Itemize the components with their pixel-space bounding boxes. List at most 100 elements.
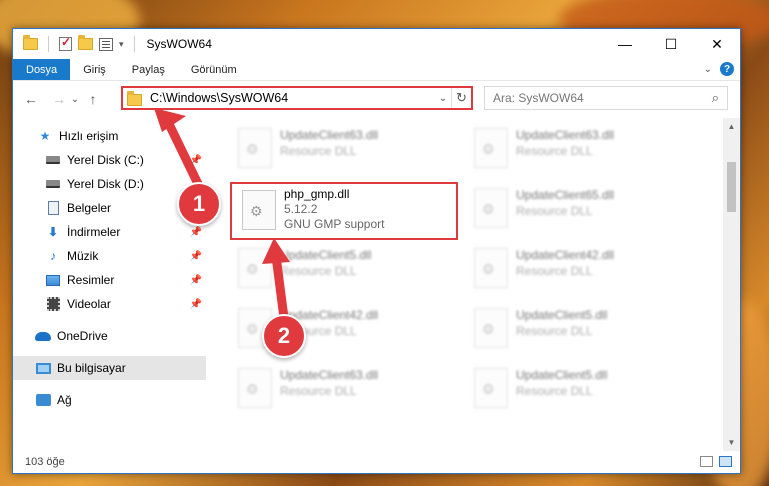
file-description: Resource DLL <box>516 384 593 398</box>
sidebar-item-music[interactable]: ♪ Müzik 📌 <box>13 244 206 268</box>
explorer-window: ▾ SysWOW64 — ☐ ✕ Dosya Giriş Paylaş Görü… <box>12 28 741 474</box>
sidebar-item-label: Müzik <box>67 249 99 263</box>
file-name: UpdateClient63.dll <box>280 128 379 142</box>
customize-dropdown-icon[interactable]: ▾ <box>119 39 124 50</box>
tab-gorunum[interactable]: Görünüm <box>178 59 250 80</box>
status-bar: 103 öğe <box>13 451 740 473</box>
file-item[interactable]: UpdateClient65.dll Resource DLL <box>464 182 694 234</box>
properties-check-icon[interactable] <box>59 35 72 51</box>
dll-file-icon <box>474 368 508 408</box>
scroll-up-icon[interactable]: ▲ <box>723 118 740 135</box>
window-title: SysWOW64 <box>146 37 212 51</box>
file-item[interactable]: UpdateClient5.dll Resource DLL <box>464 302 694 354</box>
address-bar[interactable]: C:\Windows\SysWOW64 ⌄ ↻ <box>121 86 473 110</box>
search-input[interactable]: Ara: SysWOW64 <box>493 91 584 105</box>
search-icon[interactable]: ⌕ <box>712 90 719 106</box>
forward-button[interactable]: → <box>49 91 69 107</box>
sidebar-item-label: Resimler <box>67 273 115 287</box>
file-description: Resource DLL <box>516 204 593 218</box>
file-version: 5.12.2 <box>284 202 318 216</box>
help-icon[interactable]: ? <box>720 62 734 76</box>
sidebar-item-label: Bu bilgisayar <box>57 361 126 375</box>
scroll-down-icon[interactable]: ▼ <box>723 434 740 451</box>
dll-file-icon <box>238 128 272 168</box>
sidebar-item-pictures[interactable]: Resimler 📌 <box>13 268 206 292</box>
sidebar-item-label: Hızlı erişim <box>59 129 119 143</box>
documents-icon <box>45 201 61 215</box>
vertical-scrollbar[interactable]: ▲ ▼ <box>723 118 740 451</box>
file-item[interactable]: UpdateClient63.dll Resource DLL <box>228 362 458 414</box>
expand-ribbon-icon[interactable]: ⌄ <box>704 64 712 75</box>
pin-icon[interactable]: 📌 <box>190 299 202 310</box>
file-item[interactable]: UpdateClient63.dll Resource DLL <box>464 122 694 174</box>
file-description: Resource DLL <box>280 144 357 158</box>
file-item[interactable]: UpdateClient42.dll Resource DLL <box>464 242 694 294</box>
videos-icon <box>45 297 61 311</box>
sidebar-item-label: Yerel Disk (C:) <box>67 153 144 167</box>
navigation-pane: ★ Hızlı erişim Yerel Disk (C:) 📌 Yerel D… <box>13 118 206 451</box>
music-icon: ♪ <box>50 249 56 263</box>
rename-icon[interactable] <box>99 37 113 51</box>
file-item[interactable]: UpdateClient5.dll Resource DLL <box>464 362 694 414</box>
maximize-button[interactable]: ☐ <box>648 29 694 59</box>
sidebar-item-quick-access[interactable]: ★ Hızlı erişim <box>13 124 206 148</box>
details-view-icon[interactable] <box>700 456 713 467</box>
divider <box>48 36 49 52</box>
back-button[interactable]: ← <box>21 91 41 107</box>
sidebar-item-videos[interactable]: Videolar 📌 <box>13 292 206 316</box>
scrollbar-thumb[interactable] <box>727 162 736 212</box>
sidebar-item-onedrive[interactable]: OneDrive <box>13 324 206 348</box>
tiles-view-icon[interactable] <box>719 456 732 467</box>
file-item[interactable]: UpdateClient5.dll Resource DLL <box>228 242 458 294</box>
sidebar-item-network[interactable]: Ağ <box>13 388 206 412</box>
pin-icon[interactable]: 📌 <box>190 251 202 262</box>
pin-icon[interactable]: 📌 <box>190 227 202 238</box>
sidebar-item-local-disk-c[interactable]: Yerel Disk (C:) 📌 <box>13 148 206 172</box>
dll-file-icon <box>474 248 508 288</box>
file-name: UpdateClient5.dll <box>516 308 608 322</box>
file-description: Resource DLL <box>516 144 593 158</box>
network-icon <box>35 393 51 407</box>
star-icon: ★ <box>39 129 51 143</box>
close-button[interactable]: ✕ <box>694 29 740 59</box>
divider <box>133 36 135 52</box>
sidebar-item-local-disk-d[interactable]: Yerel Disk (D:) <box>13 172 206 196</box>
file-list: UpdateClient63.dll Resource DLL php_gmp.d… <box>206 118 740 451</box>
pin-icon[interactable]: 📌 <box>190 155 202 166</box>
address-dropdown-icon[interactable]: ⌄ <box>435 93 451 104</box>
ribbon-right-controls: ⌄ ? <box>704 62 734 76</box>
computer-icon <box>35 361 51 375</box>
up-button[interactable]: ↑ <box>83 91 103 107</box>
minimize-button[interactable]: — <box>602 29 648 59</box>
address-path[interactable]: C:\Windows\SysWOW64 <box>150 91 435 105</box>
file-name: UpdateClient63.dll <box>280 368 379 382</box>
sidebar-item-downloads[interactable]: ⬇ İndirmeler 📌 <box>13 220 206 244</box>
tab-paylas[interactable]: Paylaş <box>119 59 178 80</box>
folder-icon[interactable] <box>23 35 38 50</box>
sidebar-item-label: Ağ <box>57 393 72 407</box>
quick-access-toolbar: ▾ SysWOW64 <box>13 29 212 59</box>
file-name: UpdateClient63.dll <box>516 128 615 142</box>
refresh-icon[interactable]: ↻ <box>451 88 471 108</box>
pictures-icon <box>45 273 61 287</box>
dll-file-icon <box>474 308 508 348</box>
main-content: ★ Hızlı erişim Yerel Disk (C:) 📌 Yerel D… <box>13 118 740 451</box>
file-item[interactable]: UpdateClient63.dll Resource DLL <box>228 122 458 174</box>
tab-dosya[interactable]: Dosya <box>13 59 71 80</box>
pin-icon[interactable]: 📌 <box>190 275 202 286</box>
new-folder-icon[interactable] <box>78 35 93 50</box>
dll-file-icon <box>474 128 508 168</box>
sidebar-item-this-pc[interactable]: Bu bilgisayar <box>13 356 206 380</box>
file-description: Resource DLL <box>516 324 593 338</box>
tab-giris[interactable]: Giriş <box>70 59 119 80</box>
search-box[interactable]: Ara: SysWOW64 ⌕ <box>484 86 728 110</box>
title-bar: ▾ SysWOW64 — ☐ ✕ <box>13 29 740 59</box>
disk-icon <box>45 153 61 167</box>
onedrive-icon <box>35 329 51 343</box>
file-item-php-gmp[interactable]: php_gmp.dll 5.12.2 GNU GMP support <box>230 182 458 240</box>
sidebar-item-label: İndirmeler <box>67 225 121 239</box>
recent-locations-button[interactable]: ⌄ <box>69 94 81 105</box>
window-controls: — ☐ ✕ <box>602 29 740 59</box>
file-description: Resource DLL <box>516 264 593 278</box>
file-name: UpdateClient42.dll <box>516 248 615 262</box>
